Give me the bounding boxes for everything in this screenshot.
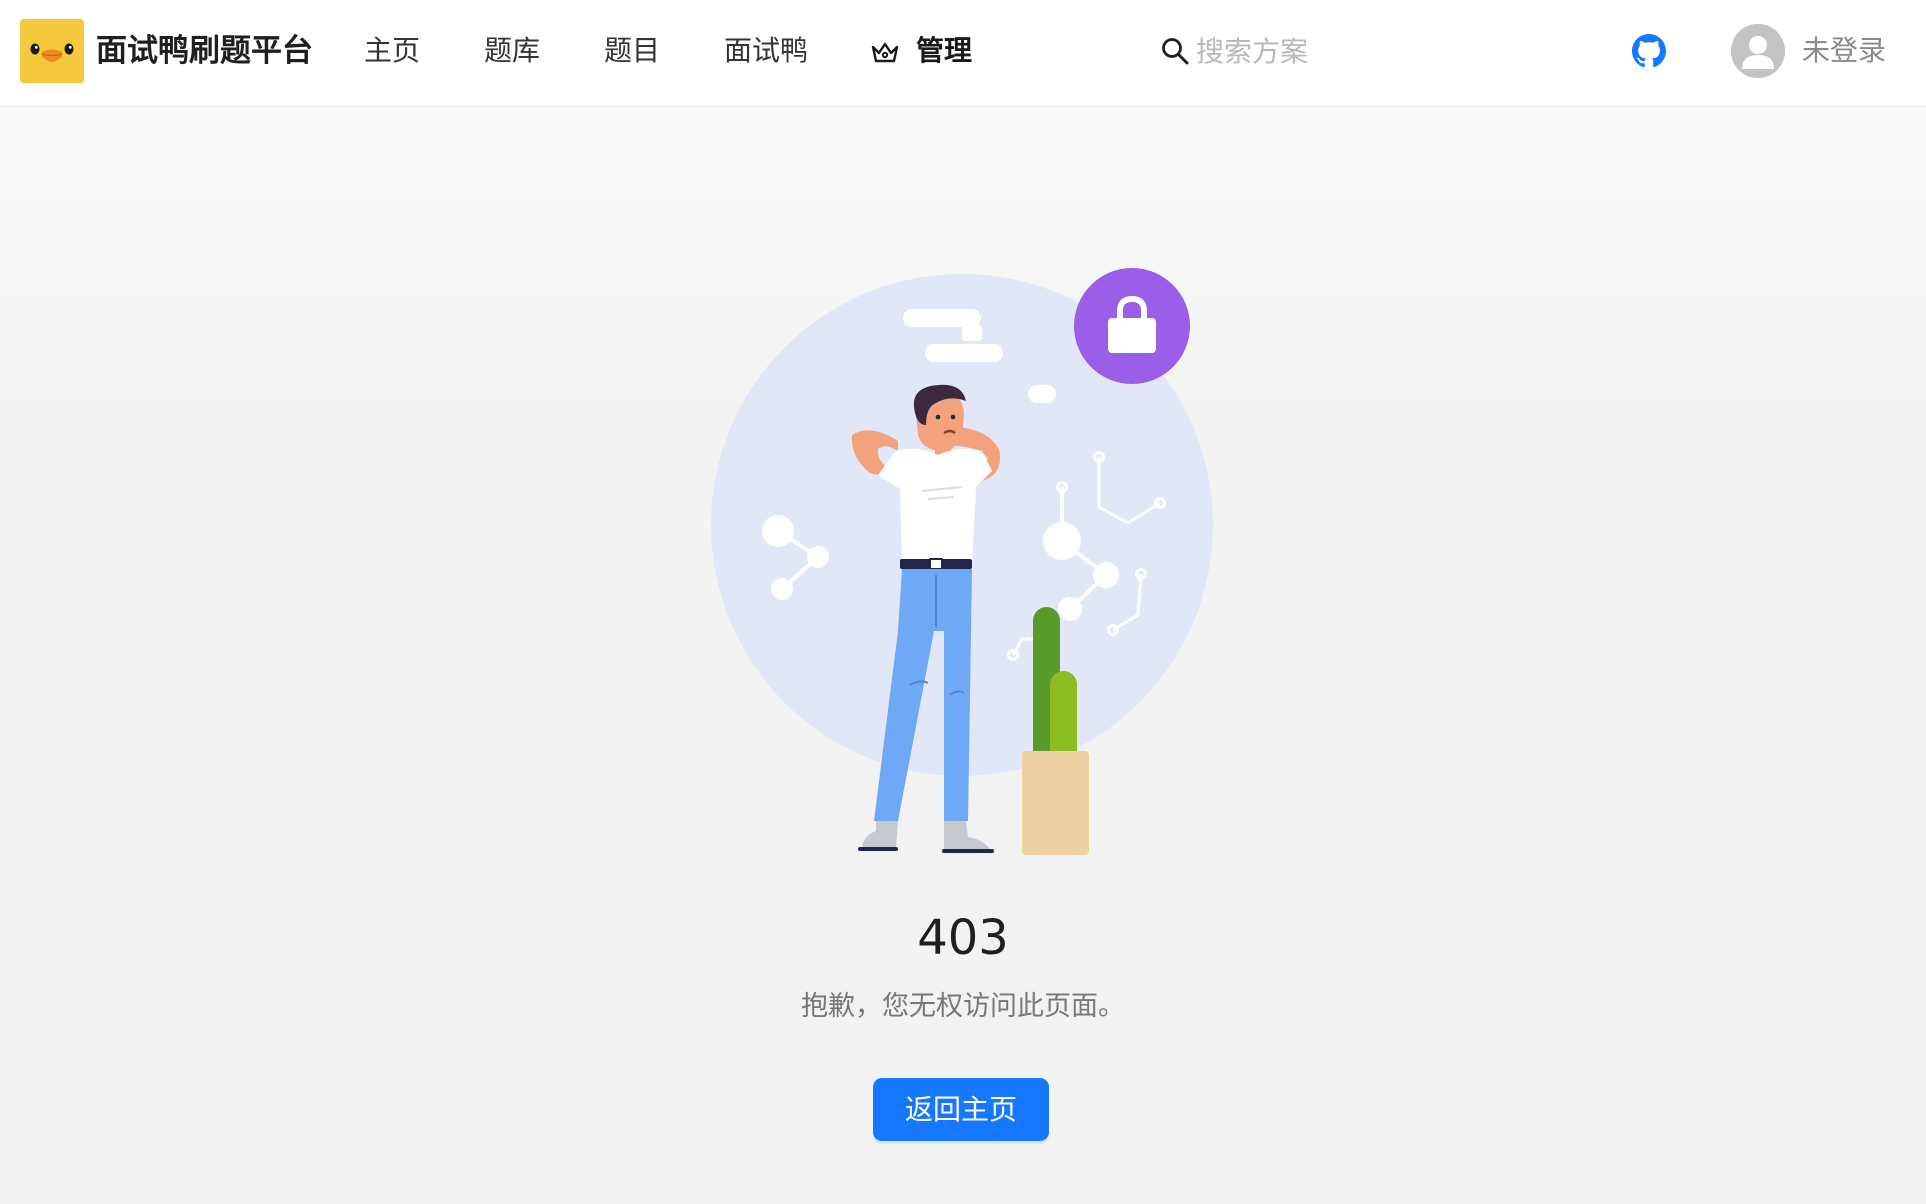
search-input[interactable] xyxy=(1196,26,1416,76)
back-home-button[interactable]: 返回主页 xyxy=(873,1078,1049,1141)
nav-item-question-banks[interactable]: 题库 xyxy=(484,28,540,74)
page: 面试鸭刷题平台 主页 题库 题目 面试鸭 管理 未登录 xyxy=(0,0,1926,1204)
nav-item-admin[interactable]: 管理 xyxy=(916,28,972,74)
crown-icon[interactable] xyxy=(870,39,900,65)
error-message: 抱歉，您无权访问此页面。 xyxy=(801,991,1125,1022)
top-navigation-bar: 面试鸭刷题平台 主页 题库 题目 面试鸭 管理 未登录 xyxy=(0,0,1926,107)
error-status-code: 403 xyxy=(917,910,1009,966)
nav-item-home[interactable]: 主页 xyxy=(364,28,420,74)
nav-item-mianshiya[interactable]: 面试鸭 xyxy=(724,28,808,74)
brand-title[interactable]: 面试鸭刷题平台 xyxy=(96,28,313,74)
user-avatar-icon[interactable] xyxy=(1731,24,1785,78)
login-status[interactable]: 未登录 xyxy=(1802,28,1886,74)
duck-logo-icon[interactable] xyxy=(20,19,84,83)
search-icon[interactable] xyxy=(1160,36,1190,66)
search-box[interactable] xyxy=(1158,26,1418,76)
github-icon[interactable] xyxy=(1632,34,1666,68)
forbidden-illustration xyxy=(711,268,1213,855)
nav-item-questions[interactable]: 题目 xyxy=(604,28,660,74)
